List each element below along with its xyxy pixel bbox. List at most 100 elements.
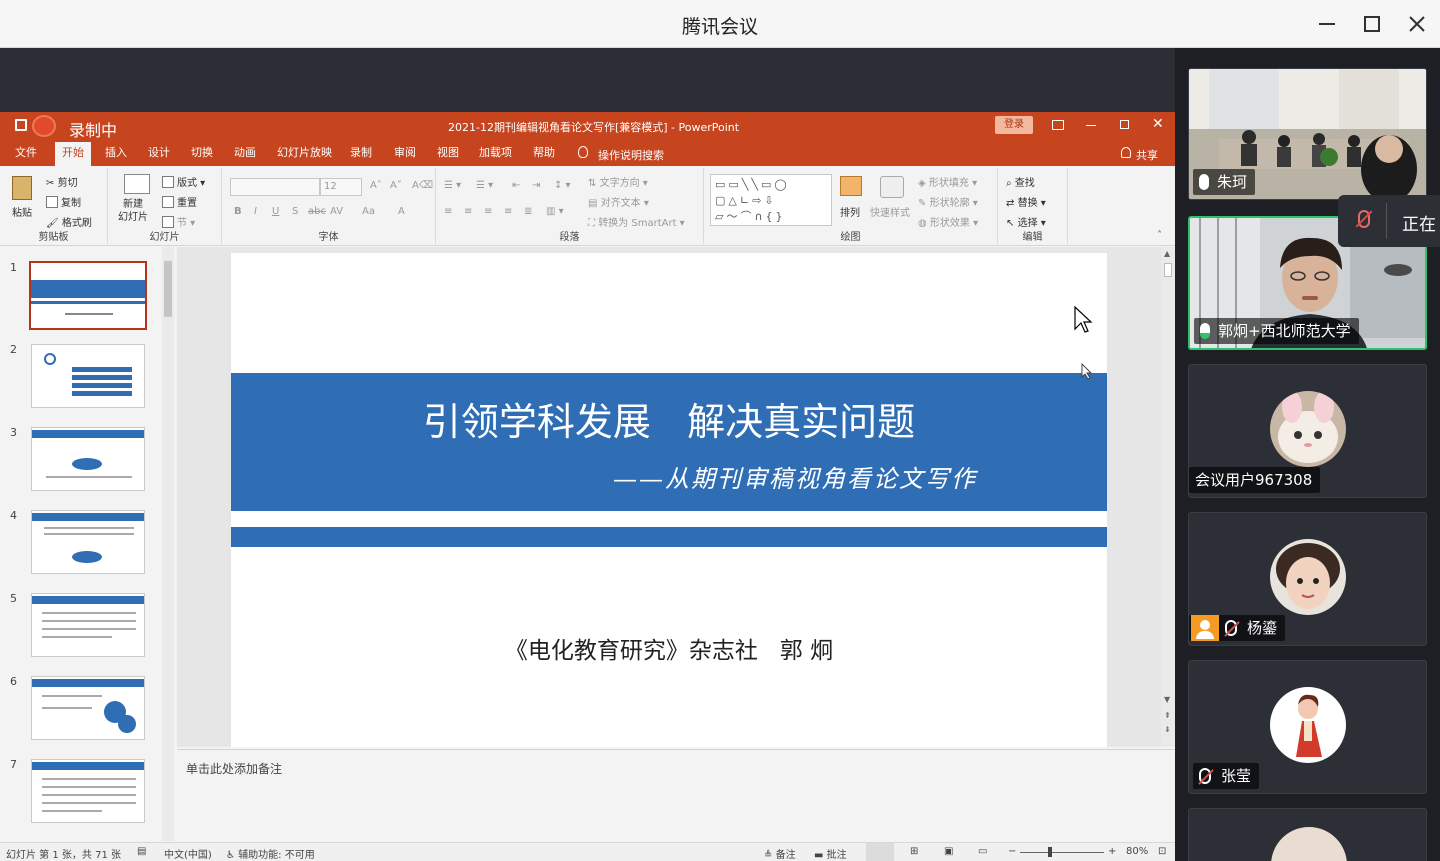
ppt-minimize-icon[interactable] — [1086, 125, 1096, 126]
minimize-icon[interactable] — [1311, 8, 1343, 40]
paste-icon[interactable] — [12, 176, 32, 200]
underline-icon[interactable]: U — [272, 206, 279, 217]
numbering-icon[interactable]: ☰ ▾ — [476, 180, 493, 191]
slide-thumbnail-1[interactable] — [29, 261, 147, 330]
ppt-restore-icon[interactable] — [1120, 120, 1129, 129]
slide-thumbnail-3[interactable] — [31, 427, 145, 491]
participant-tile[interactable]: 张莹 — [1188, 660, 1427, 794]
participant-tile[interactable] — [1188, 808, 1427, 861]
shape-outline-button[interactable]: ✎ 形状轮廓 ▾ — [918, 194, 978, 209]
slide-scrollbar[interactable]: ▲ ▼ ⇞ ⇟ — [1161, 247, 1175, 747]
comments-toggle[interactable]: ▬ 批注 — [814, 846, 847, 861]
normal-view-icon[interactable] — [866, 843, 894, 861]
ribbon-display-icon[interactable] — [1052, 120, 1064, 130]
new-slide-icon[interactable] — [124, 174, 150, 194]
cut-button[interactable]: ✂ 剪切 — [46, 174, 78, 189]
notes-pane[interactable]: 单击此处添加备注 — [177, 749, 1175, 842]
close-icon[interactable] — [1401, 8, 1433, 40]
tab-addins[interactable]: 加载项 — [472, 140, 519, 166]
tab-review[interactable]: 审阅 — [387, 140, 423, 166]
select-button[interactable]: ↖ 选择 ▾ — [1006, 214, 1046, 229]
shapes-gallery[interactable]: ▭▭╲╲▭◯ ▢△∟⇨⇩ ▱〜⌒∩{} — [710, 174, 832, 226]
strikethrough-icon[interactable]: abc — [308, 206, 326, 217]
tab-view[interactable]: 视图 — [430, 140, 466, 166]
layout-button[interactable]: 版式 ▾ — [162, 174, 205, 189]
increase-indent-icon[interactable]: ⇥ — [532, 180, 540, 191]
format-painter-button[interactable]: 🖌 格式刷 — [46, 214, 92, 229]
zoom-level[interactable]: 80% — [1126, 846, 1148, 857]
bold-icon[interactable]: B — [234, 206, 242, 217]
decrease-indent-icon[interactable]: ⇤ — [512, 180, 520, 191]
collapse-ribbon-icon[interactable]: ˄ — [1157, 230, 1162, 241]
tell-me-search[interactable]: 操作说明搜索 — [598, 147, 664, 163]
tab-file[interactable]: 文件 — [8, 140, 44, 166]
tab-insert[interactable]: 插入 — [98, 140, 134, 166]
align-right-icon[interactable]: ≡ — [484, 206, 492, 217]
replace-button[interactable]: ⇄ 替换 ▾ — [1006, 194, 1046, 209]
thumbnail-scrollbar[interactable] — [162, 247, 174, 841]
align-left-icon[interactable]: ≡ — [444, 206, 452, 217]
shape-effects-button[interactable]: ◍ 形状效果 ▾ — [918, 214, 978, 229]
shrink-font-icon[interactable]: A˅ — [390, 180, 402, 191]
grow-font-icon[interactable]: A˄ — [370, 180, 382, 191]
language-status[interactable]: 中文(中国) — [164, 846, 212, 861]
justify-icon[interactable]: ≡ — [504, 206, 512, 217]
current-slide[interactable]: 引领学科发展 解决真实问题 ——从期刊审稿视角看论文写作 《电化教育研究》杂志社… — [231, 253, 1107, 747]
columns-icon[interactable]: ▥ ▾ — [546, 206, 564, 217]
tab-animations[interactable]: 动画 — [227, 140, 263, 166]
tab-help[interactable]: 帮助 — [526, 140, 562, 166]
spellcheck-icon[interactable]: ▤ — [137, 846, 146, 857]
zoom-out-icon[interactable]: − — [1008, 846, 1016, 857]
section-button[interactable]: 节 ▾ — [162, 214, 195, 229]
slide-editor[interactable]: 引领学科发展 解决真实问题 ——从期刊审稿视角看论文写作 《电化教育研究》杂志社… — [177, 247, 1175, 747]
char-spacing-icon[interactable]: AV — [330, 206, 343, 217]
font-color-icon[interactable]: A — [398, 206, 405, 217]
tab-slideshow[interactable]: 幻灯片放映 — [270, 140, 339, 166]
slideshow-view-icon[interactable]: ▭ — [978, 846, 987, 857]
slide-author[interactable]: 《电化教育研究》杂志社 郭 炯 — [231, 631, 1107, 665]
font-size-box[interactable]: 12 — [320, 178, 362, 196]
maximize-icon[interactable] — [1356, 8, 1388, 40]
text-direction-button[interactable]: ⇅ 文字方向 ▾ — [588, 174, 648, 189]
login-button[interactable]: 登录 — [995, 116, 1033, 134]
tab-record[interactable]: 录制 — [343, 140, 379, 166]
sorter-view-icon[interactable]: ⊞ — [910, 846, 918, 857]
slide-thumbnail-7[interactable] — [31, 759, 145, 823]
find-button[interactable]: ⌕ 查找 — [1006, 174, 1035, 189]
smartart-button[interactable]: ⛶ 转换为 SmartArt ▾ — [588, 214, 685, 229]
participant-tile[interactable]: 朱珂 — [1188, 68, 1427, 200]
line-spacing-icon[interactable]: ↕ ▾ — [554, 180, 571, 191]
align-text-button[interactable]: ▤ 对齐文本 ▾ — [588, 194, 649, 209]
tab-home[interactable]: 开始 — [55, 142, 91, 166]
recording-label[interactable]: 录制中 — [69, 117, 117, 141]
slide-title[interactable]: 引领学科发展 解决真实问题 — [231, 391, 1107, 446]
notes-toggle[interactable]: ≜ 备注 — [764, 846, 796, 861]
font-name-box[interactable] — [230, 178, 320, 196]
paste-button[interactable]: 粘贴 — [12, 204, 32, 219]
arrange-button[interactable]: 排列 — [840, 204, 860, 219]
quick-styles-icon[interactable] — [880, 176, 904, 198]
share-button[interactable]: 共享 — [1136, 147, 1158, 163]
change-case-icon[interactable]: Aa — [362, 206, 375, 217]
shadow-icon[interactable]: S — [292, 206, 298, 217]
save-icon[interactable] — [15, 119, 27, 131]
slide-thumbnail-2[interactable] — [31, 344, 145, 408]
slide-thumbnail-6[interactable] — [31, 676, 145, 740]
fit-slide-icon[interactable]: ⊡ — [1158, 846, 1166, 857]
quick-styles-button[interactable]: 快速样式 — [870, 204, 910, 219]
notes-placeholder[interactable]: 单击此处添加备注 — [186, 760, 282, 777]
new-slide-button[interactable]: 新建 幻灯片 — [118, 198, 148, 224]
reset-button[interactable]: 重置 — [162, 194, 197, 209]
copy-button[interactable]: 复制 — [46, 194, 81, 209]
align-center-icon[interactable]: ≡ — [464, 206, 472, 217]
zoom-slider[interactable] — [1020, 847, 1104, 857]
participant-tile[interactable]: 会议用户967308 — [1188, 364, 1427, 498]
tab-design[interactable]: 设计 — [141, 140, 177, 166]
speaking-popup[interactable]: 正在 — [1338, 195, 1440, 247]
slide-subtitle[interactable]: ——从期刊审稿视角看论文写作 — [613, 459, 977, 494]
arrange-icon[interactable] — [840, 176, 862, 196]
bullets-icon[interactable]: ☰ ▾ — [444, 180, 461, 191]
slide-thumbnail-4[interactable] — [31, 510, 145, 574]
shape-fill-button[interactable]: ◈ 形状填充 ▾ — [918, 174, 977, 189]
slide-thumbnail-5[interactable] — [31, 593, 145, 657]
